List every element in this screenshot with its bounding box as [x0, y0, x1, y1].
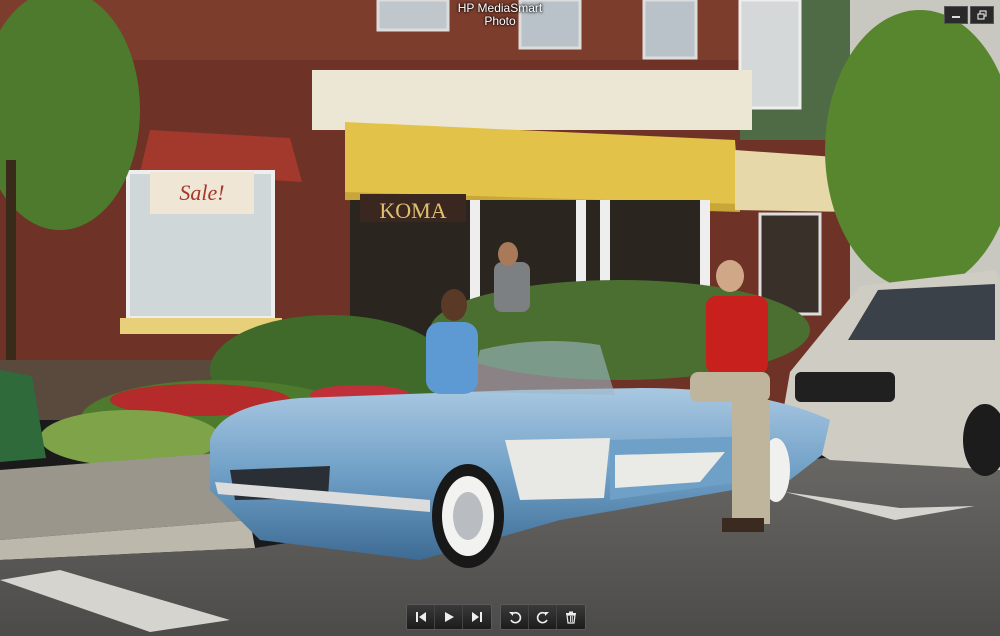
play-button[interactable] [435, 605, 463, 629]
next-button[interactable] [463, 605, 491, 629]
rotate-left-icon [508, 611, 521, 624]
edit-controls [500, 604, 586, 630]
delete-icon [566, 611, 576, 624]
previous-button[interactable] [407, 605, 435, 629]
rotate-right-icon [536, 611, 549, 624]
photo-image: Sale! KOMA [0, 0, 1000, 636]
minimize-icon [952, 16, 960, 18]
restore-icon [977, 10, 987, 20]
play-icon [444, 612, 454, 622]
previous-icon [415, 612, 426, 622]
app-title-line2: Photo [484, 14, 516, 28]
sale-sign: Sale! [179, 180, 224, 205]
photo-toolbar [406, 604, 586, 630]
next-icon [472, 612, 482, 622]
window-controls [944, 6, 994, 24]
rotate-left-button[interactable] [501, 605, 529, 629]
restore-button[interactable] [970, 6, 994, 24]
photo-viewer: Sale! KOMA HP MediaSmart Photo [0, 0, 1000, 636]
playback-controls [406, 604, 492, 630]
app-title: HP MediaSmart Photo [0, 2, 1000, 28]
rotate-right-button[interactable] [529, 605, 557, 629]
minimize-button[interactable] [944, 6, 968, 24]
storefront-sign: KOMA [379, 198, 446, 223]
delete-button[interactable] [557, 605, 585, 629]
